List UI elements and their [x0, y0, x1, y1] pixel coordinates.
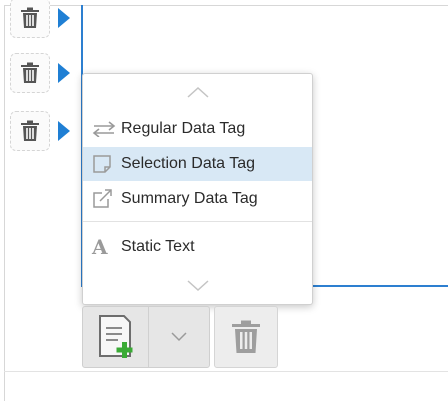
- menu-item-summary-data-tag[interactable]: Summary Data Tag: [83, 182, 312, 216]
- row-controls: [10, 0, 80, 38]
- external-link-icon: [92, 188, 118, 210]
- add-element-caret-button[interactable]: [149, 307, 209, 367]
- letter-a-icon: A: [92, 235, 108, 259]
- row-controls: [10, 111, 80, 151]
- trash-icon: [21, 7, 39, 28]
- menu-item-label: Static Text: [121, 238, 195, 255]
- document-add-icon: [98, 315, 132, 358]
- menu-separator: [83, 221, 312, 222]
- menu-item-label: Regular Data Tag: [121, 120, 246, 137]
- play-arrow-icon[interactable]: [58, 8, 70, 28]
- menu-item-label: Summary Data Tag: [121, 190, 258, 207]
- row-delete-button[interactable]: [10, 111, 50, 151]
- row-delete-button[interactable]: [10, 0, 50, 38]
- swap-arrows-icon: [92, 118, 118, 140]
- chevron-up-icon: [186, 86, 209, 98]
- row-delete-button[interactable]: [10, 53, 50, 93]
- footer-divider: [4, 371, 448, 372]
- scroll-down-button[interactable]: [83, 274, 312, 298]
- add-document-button[interactable]: [83, 307, 149, 367]
- trash-icon: [21, 62, 39, 83]
- trash-icon: [21, 120, 39, 141]
- chevron-down-icon: [171, 332, 187, 342]
- delete-button[interactable]: [214, 306, 278, 368]
- add-element-split-button: [82, 306, 210, 368]
- trash-icon: [232, 320, 260, 353]
- menu-item-label: Selection Data Tag: [121, 155, 256, 172]
- chevron-down-icon: [186, 280, 209, 292]
- scroll-up-button[interactable]: [83, 80, 312, 104]
- play-arrow-icon[interactable]: [58, 63, 70, 83]
- play-arrow-icon[interactable]: [58, 121, 70, 141]
- menu-item-static-text[interactable]: A Static Text: [83, 230, 312, 264]
- row-controls: [10, 53, 80, 93]
- square-icon: [92, 153, 118, 175]
- menu-item-regular-data-tag[interactable]: Regular Data Tag: [83, 112, 312, 146]
- add-element-dropdown: Regular Data Tag Selection Data Tag Summ…: [82, 73, 313, 305]
- menu-item-selection-data-tag[interactable]: Selection Data Tag: [83, 147, 312, 181]
